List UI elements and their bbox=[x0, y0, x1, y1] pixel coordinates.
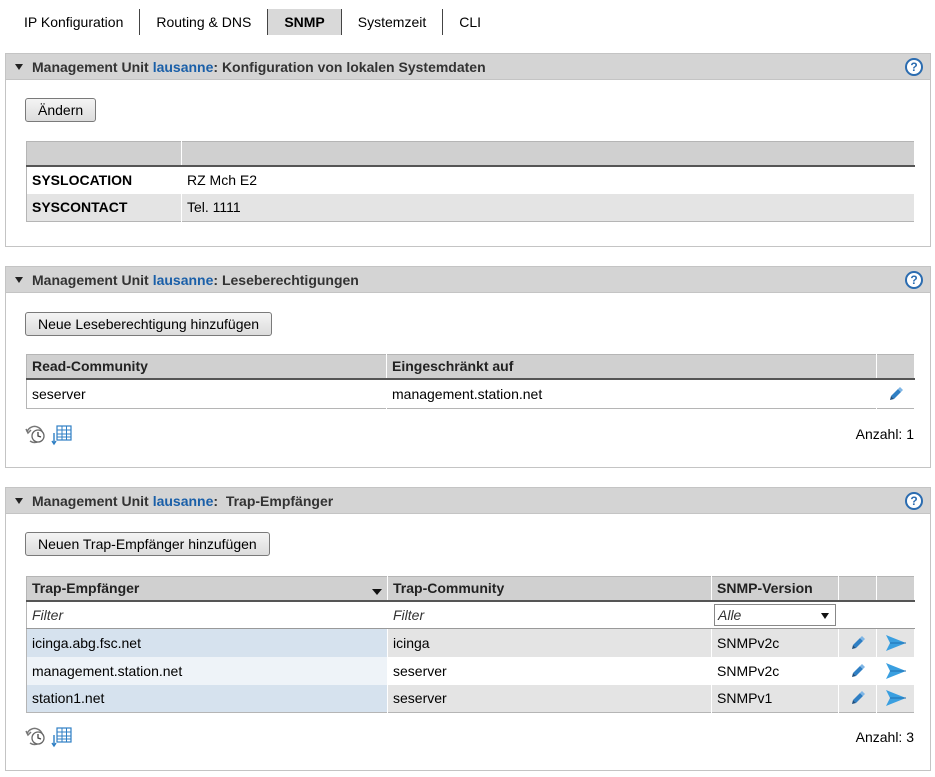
column-header-actions bbox=[876, 354, 915, 380]
version-filter-select[interactable]: Alle bbox=[714, 603, 836, 626]
filter-receiver-input[interactable]: Filter bbox=[26, 600, 388, 629]
help-icon[interactable]: ? bbox=[905, 271, 923, 289]
sort-desc-icon[interactable] bbox=[372, 589, 382, 596]
unit-name: lausanne bbox=[152, 492, 214, 509]
table-row[interactable]: seserver management.station.net bbox=[26, 378, 915, 409]
syscontact-label: SYSCONTACT bbox=[26, 193, 182, 222]
send-arrow-icon[interactable] bbox=[876, 656, 915, 685]
column-header-eingeschraenkt[interactable]: Eingeschränkt auf bbox=[386, 354, 877, 380]
tab-systemzeit[interactable]: Systemzeit bbox=[342, 9, 444, 35]
column-header bbox=[26, 141, 182, 167]
community-cell: seserver bbox=[387, 656, 712, 685]
trap-receiver-table: Trap-Empfänger Trap-Community SNMP-Versi… bbox=[26, 576, 915, 713]
edit-icon[interactable] bbox=[838, 656, 877, 685]
column-label: Trap-Empfänger bbox=[32, 580, 140, 597]
tab-snmp[interactable]: SNMP bbox=[267, 9, 342, 35]
history-clock-icon[interactable] bbox=[25, 726, 49, 751]
syscontact-value: Tel. 1111 bbox=[181, 193, 915, 222]
version-cell: SNMPv2c bbox=[711, 628, 839, 657]
column-header-send bbox=[876, 576, 915, 602]
result-count: Anzahl: 1 bbox=[855, 426, 914, 442]
receiver-cell: management.station.net bbox=[26, 656, 388, 685]
edit-icon[interactable] bbox=[876, 378, 915, 409]
table-row[interactable]: management.station.net seserver SNMPv2c bbox=[26, 656, 915, 685]
panel-title: : Konfiguration von lokalen Systemdaten bbox=[213, 58, 486, 75]
aendern-button[interactable]: Ändern bbox=[25, 98, 97, 122]
unit-name: lausanne bbox=[152, 58, 214, 75]
table-row: SYSCONTACT Tel. 1111 bbox=[26, 193, 915, 222]
chevron-down-icon bbox=[821, 612, 829, 619]
tab-bar: IP Konfiguration Routing & DNS SNMP Syst… bbox=[8, 8, 497, 36]
table-export-icon[interactable] bbox=[51, 726, 73, 751]
column-header-read-community[interactable]: Read-Community bbox=[26, 354, 387, 380]
receiver-cell: icinga.abg.fsc.net bbox=[26, 628, 388, 657]
table-row: SYSLOCATION RZ Mch E2 bbox=[26, 165, 915, 194]
panel-systemdaten: Management Unit lausanne : Konfiguration… bbox=[5, 53, 931, 247]
collapse-caret-icon[interactable] bbox=[15, 276, 23, 283]
collapse-caret-icon[interactable] bbox=[15, 63, 23, 70]
panel-header: Management Unit lausanne : Trap-Empfänge… bbox=[6, 488, 930, 514]
column-header-trap-empfaenger[interactable]: Trap-Empfänger bbox=[26, 576, 388, 602]
filter-empty-cell bbox=[876, 600, 915, 629]
table-export-icon[interactable] bbox=[51, 424, 73, 449]
panel-title-prefix: Management Unit bbox=[32, 492, 149, 509]
sysdata-table: SYSLOCATION RZ Mch E2 SYSCONTACT Tel. 11… bbox=[26, 141, 915, 222]
collapse-caret-icon[interactable] bbox=[15, 497, 23, 504]
history-clock-icon[interactable] bbox=[25, 424, 49, 449]
panel-header: Management Unit lausanne : Konfiguration… bbox=[6, 54, 930, 80]
version-cell: SNMPv2c bbox=[711, 656, 839, 685]
version-filter-value: Alle bbox=[718, 606, 742, 623]
syslocation-value: RZ Mch E2 bbox=[181, 165, 915, 194]
version-cell: SNMPv1 bbox=[711, 684, 839, 713]
table-row[interactable]: station1.net seserver SNMPv1 bbox=[26, 684, 915, 713]
syslocation-label: SYSLOCATION bbox=[26, 165, 182, 194]
table-tools bbox=[25, 726, 73, 751]
panel-title: : Leseberechtigungen bbox=[213, 271, 359, 288]
read-community-table: Read-Community Eingeschränkt auf seserve… bbox=[26, 354, 915, 409]
column-header-edit bbox=[838, 576, 877, 602]
panel-title-prefix: Management Unit bbox=[32, 271, 149, 288]
help-icon[interactable]: ? bbox=[905, 58, 923, 76]
result-count: Anzahl: 3 bbox=[855, 729, 914, 745]
panel-title-prefix: Management Unit bbox=[32, 58, 149, 75]
column-header bbox=[181, 141, 915, 167]
add-read-permission-button[interactable]: Neue Leseberechtigung hinzufügen bbox=[25, 312, 273, 336]
tab-cli[interactable]: CLI bbox=[443, 9, 497, 35]
unit-name: lausanne bbox=[152, 271, 214, 288]
help-icon[interactable]: ? bbox=[905, 492, 923, 510]
filter-row: Filter Filter Alle bbox=[26, 600, 915, 629]
panel-title: : Trap-Empfänger bbox=[213, 492, 334, 509]
community-cell: seserver bbox=[387, 684, 712, 713]
filter-community-input[interactable]: Filter bbox=[387, 600, 712, 629]
read-community-cell: seserver bbox=[26, 378, 387, 409]
panel-leseberechtigungen: Management Unit lausanne : Leseberechtig… bbox=[5, 266, 931, 468]
tab-routing-dns[interactable]: Routing & DNS bbox=[140, 9, 269, 35]
send-arrow-icon[interactable] bbox=[876, 684, 915, 713]
table-tools bbox=[25, 424, 73, 449]
panel-trap-empfaenger: Management Unit lausanne : Trap-Empfänge… bbox=[5, 487, 931, 771]
edit-icon[interactable] bbox=[838, 628, 877, 657]
column-header-snmp-version[interactable]: SNMP-Version bbox=[711, 576, 839, 602]
table-row[interactable]: icinga.abg.fsc.net icinga SNMPv2c bbox=[26, 628, 915, 657]
receiver-cell: station1.net bbox=[26, 684, 388, 713]
column-header-trap-community[interactable]: Trap-Community bbox=[387, 576, 712, 602]
filter-empty-cell bbox=[838, 600, 877, 629]
add-trap-receiver-button[interactable]: Neuen Trap-Empfänger hinzufügen bbox=[25, 532, 270, 556]
restricted-cell: management.station.net bbox=[386, 378, 877, 409]
tab-ip-konfiguration[interactable]: IP Konfiguration bbox=[8, 9, 141, 35]
edit-icon[interactable] bbox=[838, 684, 877, 713]
filter-version-cell: Alle bbox=[711, 600, 839, 629]
send-arrow-icon[interactable] bbox=[876, 628, 915, 657]
community-cell: icinga bbox=[387, 628, 712, 657]
panel-header: Management Unit lausanne : Leseberechtig… bbox=[6, 267, 930, 293]
